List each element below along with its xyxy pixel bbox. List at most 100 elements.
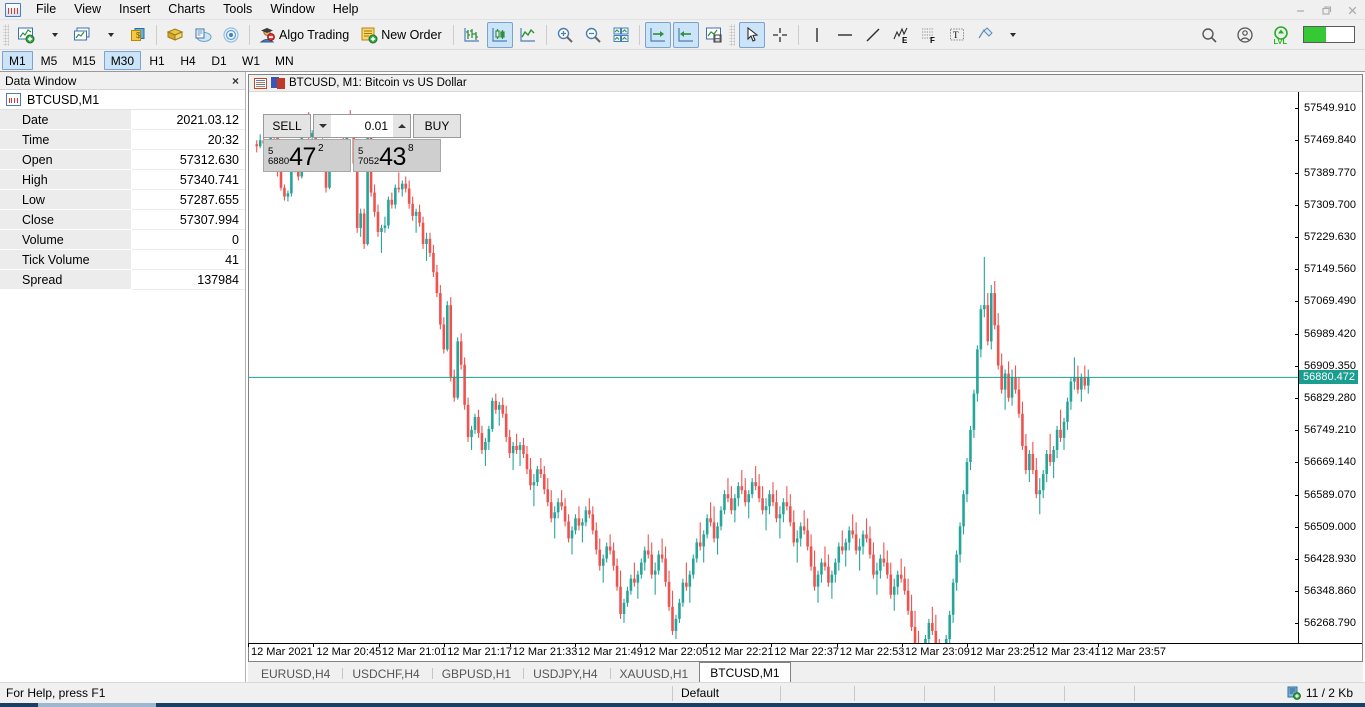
time-axis-tick xyxy=(248,643,249,647)
horizontal-scrollbar-thumb[interactable] xyxy=(38,703,156,707)
data-window-row: Tick Volume 41 xyxy=(0,250,245,270)
price-axis-tick xyxy=(1295,204,1299,206)
timeframe-m15[interactable]: M15 xyxy=(65,51,102,70)
menu-bar: File View Insert Charts Tools Window Hel… xyxy=(0,0,1365,20)
candlestick-chart-button[interactable] xyxy=(486,21,513,48)
timeframe-h1[interactable]: H1 xyxy=(142,51,172,70)
price-axis[interactable]: 57549.910 57469.840 57389.770 57309.700 5722… xyxy=(1295,92,1362,643)
toolbar-grip[interactable] xyxy=(3,23,9,46)
algo-trading-label: Algo Trading xyxy=(279,27,350,42)
account-button[interactable] xyxy=(1232,22,1258,48)
volume-input[interactable]: 0.01 xyxy=(331,119,393,133)
network-status[interactable]: 11 / 2 Kb xyxy=(1287,686,1365,700)
price-axis-label: 56989.420 xyxy=(1304,327,1356,340)
connection-meter[interactable] xyxy=(1303,26,1355,43)
price-axis-label: 56268.790 xyxy=(1304,617,1356,630)
sell-price-display[interactable]: 5 6880 47 2 xyxy=(263,139,351,172)
candlestick-plot[interactable] xyxy=(249,92,1298,643)
horizontal-line-button[interactable] xyxy=(832,22,858,48)
close-button[interactable] xyxy=(1339,0,1365,20)
chart-shift-button[interactable] xyxy=(672,21,699,48)
price-axis-tick xyxy=(1295,236,1299,238)
chart-tab-usdchf[interactable]: USDCHF,H4 xyxy=(341,664,430,682)
menu-charts[interactable]: Charts xyxy=(159,0,214,20)
cursor-button[interactable] xyxy=(738,21,765,48)
chart-tab-eurusd[interactable]: EURUSD,H4 xyxy=(250,664,341,682)
templates-button[interactable] xyxy=(701,22,727,48)
zoom-in-button[interactable] xyxy=(552,22,578,48)
search-button[interactable] xyxy=(1196,22,1222,48)
timeframe-m30[interactable]: M30 xyxy=(103,51,142,70)
zoom-out-button[interactable] xyxy=(580,22,606,48)
buy-price-display[interactable]: 5 7052 43 8 xyxy=(353,139,441,172)
chart-plot-wrapper[interactable]: SELL 0.01 BUY 5 6880 47 2 5 7052 43 8 xyxy=(249,92,1298,643)
vertical-line-button[interactable] xyxy=(804,22,830,48)
price-axis-label: 57069.490 xyxy=(1304,295,1356,308)
chart-tab-xauusd[interactable]: XAUUSD,H1 xyxy=(609,664,700,682)
timeframe-h4[interactable]: H4 xyxy=(173,51,203,70)
signals-button[interactable] xyxy=(218,22,244,48)
sell-price-sup: 2 xyxy=(317,143,324,154)
close-icon[interactable]: × xyxy=(230,74,241,88)
menu-help[interactable]: Help xyxy=(324,0,368,20)
menu-view[interactable]: View xyxy=(65,0,110,20)
profiles-dropdown[interactable] xyxy=(97,22,123,48)
menu-tools[interactable]: Tools xyxy=(214,0,261,20)
price-axis-tick xyxy=(1295,140,1299,142)
fibonacci-button[interactable]: F xyxy=(916,22,942,48)
price-axis-label: 57309.700 xyxy=(1304,198,1356,211)
menu-file[interactable]: File xyxy=(27,0,65,20)
time-axis[interactable]: 12 Mar 2021 12 Mar 20:45 12 Mar 21:01 12 Ma… xyxy=(248,643,1298,661)
buy-price-sub: 7052 xyxy=(358,156,380,167)
minimize-button[interactable] xyxy=(1287,0,1313,20)
chart-tabs: EURUSD,H4 USDCHF,H4 GBPUSD,H1 USDJPY,H4 XAUU… xyxy=(248,662,1363,682)
profiles-button[interactable] xyxy=(69,22,95,48)
data-window-row-key: Volume xyxy=(0,230,132,250)
volume-stepper[interactable]: 0.01 xyxy=(313,114,411,138)
bar-chart-button[interactable] xyxy=(459,22,485,48)
toolbar-separator xyxy=(249,24,250,45)
market-watch-button[interactable]: $ xyxy=(125,22,151,48)
buy-button[interactable]: BUY xyxy=(413,114,461,138)
timeframe-m5[interactable]: M5 xyxy=(34,51,65,70)
price-axis-tick xyxy=(1295,301,1299,303)
chart-tab-usdjpy[interactable]: USDJPY,H4 xyxy=(522,664,608,682)
time-axis-tick xyxy=(902,643,903,647)
sell-button[interactable]: SELL xyxy=(263,114,311,138)
volume-dropdown-icon[interactable] xyxy=(314,115,331,137)
toolbar-grip[interactable] xyxy=(728,23,735,46)
price-axis-label: 56669.140 xyxy=(1304,456,1356,469)
status-cell-3 xyxy=(924,685,994,701)
data-window-row-value: 57312.630 xyxy=(132,150,245,170)
timeframe-m1[interactable]: M1 xyxy=(2,51,33,70)
level-indicator[interactable]: LVL xyxy=(1268,22,1294,48)
navigator-button[interactable] xyxy=(190,22,216,48)
text-label-button[interactable]: T xyxy=(944,22,970,48)
timeframe-w1[interactable]: W1 xyxy=(235,51,267,70)
chart-tab-gbpusd[interactable]: GBPUSD,H1 xyxy=(431,664,522,682)
new-order-button[interactable]: New Order xyxy=(357,22,447,48)
shapes-button[interactable] xyxy=(972,22,998,48)
auto-scroll-button[interactable] xyxy=(644,21,671,48)
time-axis-tick xyxy=(509,643,511,647)
tile-windows-button[interactable] xyxy=(608,22,634,48)
time-axis-tick xyxy=(575,643,576,647)
menu-insert[interactable]: Insert xyxy=(110,0,159,20)
volume-increment-icon[interactable] xyxy=(393,115,410,137)
toolbox-button[interactable] xyxy=(162,22,188,48)
status-profile[interactable]: Default xyxy=(672,685,780,701)
timeframe-d1[interactable]: D1 xyxy=(204,51,234,70)
crosshair-button[interactable] xyxy=(767,22,793,48)
restore-button[interactable] xyxy=(1313,0,1339,20)
timeframe-mn[interactable]: MN xyxy=(268,51,301,70)
new-chart-button[interactable] xyxy=(13,22,39,48)
shapes-dropdown[interactable] xyxy=(1000,22,1026,48)
chart-tab-btcusd[interactable]: BTCUSD,M1 xyxy=(699,662,791,682)
menu-window[interactable]: Window xyxy=(261,0,323,20)
metatrader-window: File View Insert Charts Tools Window Hel… xyxy=(0,0,1365,707)
trendline-button[interactable] xyxy=(860,22,886,48)
line-chart-button[interactable] xyxy=(515,22,541,48)
elliott-wave-button[interactable]: E xyxy=(888,22,914,48)
algo-trading-button[interactable]: Algo Trading xyxy=(255,22,355,48)
new-chart-dropdown[interactable] xyxy=(41,22,67,48)
